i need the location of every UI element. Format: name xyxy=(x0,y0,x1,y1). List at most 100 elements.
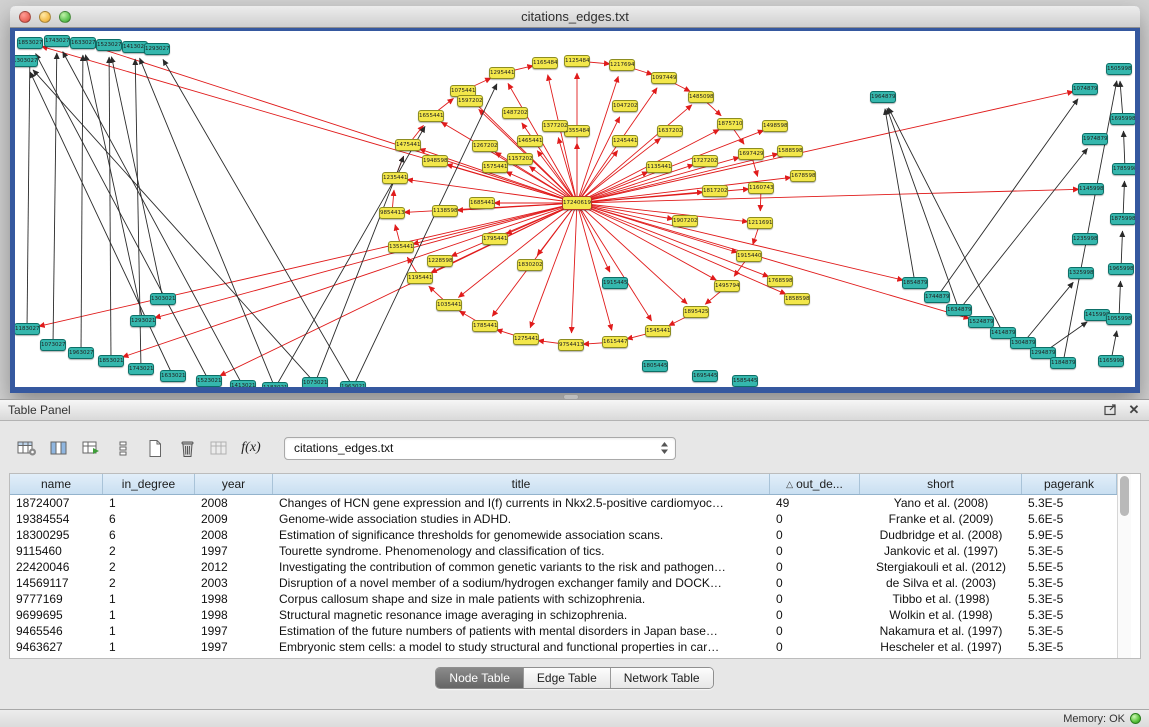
graph-edge[interactable] xyxy=(112,57,164,299)
table-row[interactable]: 1830029562008Estimation of significance … xyxy=(10,527,1117,543)
row-options-button[interactable] xyxy=(110,435,136,461)
graph-node[interactable]: 14130211 xyxy=(230,380,256,387)
table-row[interactable]: 946362711997Embryonic stem cells: a mode… xyxy=(10,639,1117,655)
window-titlebar[interactable]: citations_edges.txt xyxy=(10,6,1140,28)
column-header-year[interactable]: year xyxy=(195,474,273,494)
table-vertical-scrollbar[interactable] xyxy=(1117,474,1131,658)
graph-edge[interactable] xyxy=(572,203,578,333)
graph-node[interactable]: 13259983 xyxy=(1068,267,1094,279)
graph-node[interactable]: 12930277 xyxy=(144,43,170,55)
graph-node[interactable]: 19648794 xyxy=(870,91,896,103)
graph-node[interactable]: 12454413 xyxy=(612,135,638,147)
table-row[interactable]: 977716911998Corpus callosum shape and si… xyxy=(10,591,1117,607)
graph-node[interactable]: 15754413 xyxy=(482,161,508,173)
graph-edge[interactable] xyxy=(885,109,915,283)
graph-node[interactable]: 18172023 xyxy=(702,185,728,197)
graph-node[interactable]: 19154453 xyxy=(602,277,628,289)
graph-node[interactable]: 18954253 xyxy=(683,306,709,318)
graph-node[interactable]: 10730211 xyxy=(302,377,328,387)
graph-edge[interactable] xyxy=(577,165,694,203)
graph-node[interactable]: 10559983 xyxy=(1106,313,1132,325)
table-chooser-combobox[interactable]: citations_edges.txt xyxy=(284,437,676,460)
graph-edge[interactable] xyxy=(353,84,497,387)
new-column-button[interactable] xyxy=(142,435,168,461)
graph-node[interactable]: 19072023 xyxy=(672,215,698,227)
graph-node[interactable]: 10730277 xyxy=(40,339,66,351)
graph-node[interactable]: 18585983 xyxy=(784,293,810,305)
graph-node[interactable]: 18548794 xyxy=(902,277,928,289)
graph-edge[interactable] xyxy=(220,203,577,376)
graph-node[interactable]: 16954453 xyxy=(692,370,718,382)
graph-node[interactable]: 11830211 xyxy=(262,382,288,387)
graph-node[interactable]: 11459983 xyxy=(1078,183,1104,195)
graph-edge[interactable] xyxy=(27,55,30,329)
graph-node[interactable]: 11954413 xyxy=(407,272,433,284)
graph-edge[interactable] xyxy=(577,154,778,203)
graph-node[interactable]: 15230277 xyxy=(96,39,122,51)
graph-edge[interactable] xyxy=(937,99,1078,297)
graph-node[interactable]: 15059983 xyxy=(1106,63,1132,75)
graph-edge[interactable] xyxy=(155,203,577,318)
graph-node[interactable]: 15885983 xyxy=(777,145,803,157)
graph-node[interactable]: 12359983 xyxy=(1072,233,1098,245)
graph-node[interactable]: 18530211 xyxy=(98,355,124,367)
graph-node[interactable]: 13554413 xyxy=(388,241,414,253)
graph-edge[interactable] xyxy=(577,203,612,330)
table-row[interactable]: 1938455462009Genome-wide association stu… xyxy=(10,511,1117,527)
graph-edge[interactable] xyxy=(577,105,692,203)
delete-table-button[interactable] xyxy=(206,435,232,461)
close-panel-icon[interactable]: ✕ xyxy=(1127,404,1141,417)
graph-node[interactable]: 18530277 xyxy=(17,37,43,49)
graph-edge[interactable] xyxy=(63,52,243,386)
graph-edge[interactable] xyxy=(86,55,144,321)
graph-edge[interactable] xyxy=(275,126,425,387)
graph-node[interactable]: 14985983 xyxy=(762,120,788,132)
graph-node[interactable]: 16554413 xyxy=(418,110,444,122)
graph-node[interactable]: 14850983 xyxy=(688,91,714,103)
graph-node[interactable]: 16974292 xyxy=(738,148,764,160)
graph-node[interactable]: 17430211 xyxy=(128,363,154,375)
graph-node[interactable]: 16854413 xyxy=(469,197,495,209)
graph-node[interactable]: 9754413 xyxy=(558,339,584,351)
graph-node[interactable]: 18302023 xyxy=(517,259,543,271)
graph-edge[interactable] xyxy=(81,55,83,353)
graph-node[interactable]: 15454413 xyxy=(645,325,671,337)
graph-node[interactable]: 16330277 xyxy=(70,37,96,49)
graph-edge[interactable] xyxy=(140,58,275,387)
column-header-in_degree[interactable]: in_degree xyxy=(103,474,195,494)
graph-edge[interactable] xyxy=(36,54,209,381)
graph-node[interactable]: 15248794 xyxy=(968,316,994,328)
graph-edge[interactable] xyxy=(577,92,1073,203)
graph-node[interactable]: 11385983 xyxy=(432,205,458,217)
graph-node[interactable]: 16959983 xyxy=(1110,113,1135,125)
graph-node[interactable]: 10354413 xyxy=(436,299,462,311)
graph-edge[interactable] xyxy=(30,72,173,376)
graph-edge[interactable] xyxy=(577,203,748,222)
graph-node[interactable]: 11354413 xyxy=(646,161,672,173)
graph-node[interactable]: 14957946 xyxy=(714,280,740,292)
graph-node[interactable]: 17685983 xyxy=(767,275,793,287)
graph-node[interactable]: 15854453 xyxy=(732,375,758,387)
graph-node[interactable]: 19485983 xyxy=(422,155,448,167)
graph-node[interactable]: 12116916 xyxy=(747,217,773,229)
scrollbar-thumb[interactable] xyxy=(1120,476,1129,516)
graph-node[interactable]: 13030277 xyxy=(15,55,38,67)
function-builder-button[interactable]: f(x) xyxy=(238,435,264,461)
graph-edge[interactable] xyxy=(577,203,652,321)
graph-node[interactable]: 12754413 xyxy=(513,333,539,345)
import-table-button[interactable] xyxy=(78,435,104,461)
column-header-short[interactable]: short xyxy=(860,474,1022,494)
table-settings-button[interactable] xyxy=(14,435,40,461)
show-columns-button[interactable] xyxy=(46,435,72,461)
graph-node[interactable]: 19630211 xyxy=(340,381,366,387)
graph-node[interactable]: 14872023 xyxy=(502,107,528,119)
graph-node[interactable]: 19748794 xyxy=(1082,133,1108,145)
table-row[interactable]: 1872400712008Changes of HCN gene express… xyxy=(10,495,1117,511)
graph-node[interactable]: 17430277 xyxy=(44,35,70,47)
graph-node[interactable]: 19154409 xyxy=(736,250,762,262)
graph-node[interactable]: 11607437 xyxy=(748,182,774,194)
graph-node[interactable]: 17854413 xyxy=(472,320,498,332)
tab-node-table[interactable]: Node Table xyxy=(436,668,524,688)
graph-edge[interactable] xyxy=(577,203,970,319)
column-header-name[interactable]: name xyxy=(10,474,103,494)
